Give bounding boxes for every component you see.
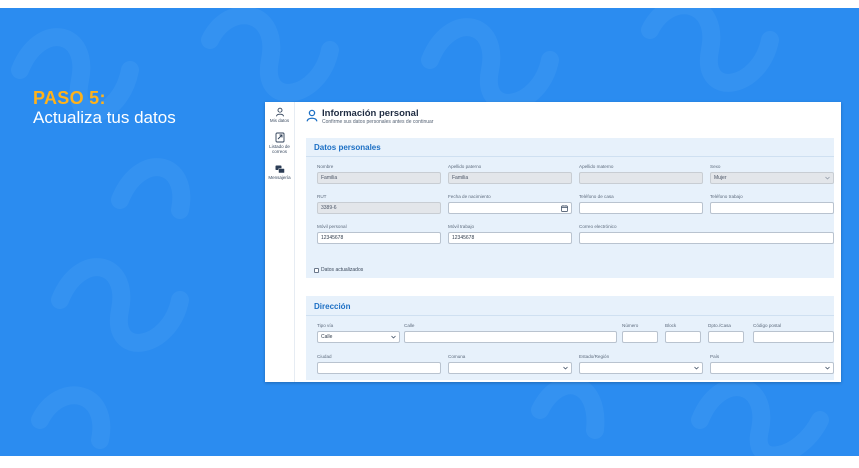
tipo-via-value: Calle xyxy=(321,334,333,340)
personal-data-section: Datos personales Nombre Familia Apellido… xyxy=(306,138,834,278)
chat-icon xyxy=(275,165,285,174)
sexo-value: Mujer xyxy=(714,175,727,181)
correo-field[interactable] xyxy=(579,232,834,244)
correo-label: Correo electrónico xyxy=(579,224,617,229)
sidebar-item-mis-datos[interactable]: Mis datos xyxy=(265,107,294,123)
movil-personal-field[interactable]: 12345678 xyxy=(317,232,441,244)
ciudad-label: Ciudad xyxy=(317,354,332,359)
step-subtitle: Actualiza tus datos xyxy=(33,108,176,127)
section-title: Dirección xyxy=(314,302,351,311)
comuna-select[interactable] xyxy=(448,362,572,374)
sexo-select[interactable]: Mujer xyxy=(710,172,834,184)
rut-label: RUT xyxy=(317,194,327,199)
comuna-label: Comuna xyxy=(448,354,466,359)
sidebar-item-mensajeria[interactable]: Mensajería xyxy=(265,165,294,180)
calle-label: Calle xyxy=(404,323,415,328)
telefono-casa-field[interactable] xyxy=(579,202,703,214)
region-label: Estado/Región xyxy=(579,354,610,359)
chevron-down-icon xyxy=(391,335,396,339)
telefono-trabajo-label: Teléfono trabajo xyxy=(710,194,743,199)
sidebar-item-label: Listado de correos xyxy=(269,144,290,154)
fecha-nacimiento-field[interactable] xyxy=(448,202,572,214)
tipo-via-label: Tipo vía xyxy=(317,323,334,328)
page-title: Información personal xyxy=(322,108,419,119)
user-icon xyxy=(275,107,284,117)
step-title: PASO 5: xyxy=(33,88,106,108)
sexo-label: Sexo xyxy=(710,164,721,169)
pais-label: País xyxy=(710,354,720,359)
section-divider xyxy=(306,156,834,157)
sidebar-item-label: Mensajería xyxy=(268,175,291,180)
movil-trabajo-label: Móvil trabajo xyxy=(448,224,475,229)
dpto-field[interactable] xyxy=(708,331,744,343)
rut-field[interactable]: 3389-6 xyxy=(317,202,441,214)
block-field[interactable] xyxy=(665,331,701,343)
page-header: Información personal Confirme sus datos … xyxy=(306,108,826,130)
user-icon xyxy=(306,109,318,122)
codigo-postal-field[interactable] xyxy=(753,331,834,343)
numero-label: Número xyxy=(622,323,639,328)
chevron-down-icon xyxy=(694,366,699,370)
apellido-materno-label: Apellido materno xyxy=(579,164,614,169)
numero-field[interactable] xyxy=(622,331,658,343)
checkbox-box[interactable] xyxy=(314,268,319,273)
calendar-icon[interactable] xyxy=(561,205,568,212)
page-subtitle: Confirme sus datos personales antes de c… xyxy=(322,119,434,125)
telefono-trabajo-field[interactable] xyxy=(710,202,834,214)
dpto-label: Dpto./Casa xyxy=(708,323,731,328)
section-divider xyxy=(306,315,834,316)
app-window: Mis datos Listado de correos Mensajería … xyxy=(265,102,841,382)
list-icon xyxy=(275,132,284,143)
movil-trabajo-field[interactable]: 12345678 xyxy=(448,232,572,244)
tipo-via-select[interactable]: Calle xyxy=(317,331,400,343)
nombre-field[interactable]: Familia xyxy=(317,172,441,184)
section-title: Datos personales xyxy=(314,143,381,152)
chevron-down-icon xyxy=(825,176,830,180)
sidebar-item-listado-correos[interactable]: Listado de correos xyxy=(265,132,294,154)
fecha-nacimiento-label: Fecha de nacimiento xyxy=(448,194,491,199)
sidebar-item-label: Mis datos xyxy=(269,118,290,123)
calle-field[interactable] xyxy=(404,331,617,343)
movil-personal-label: Móvil personal xyxy=(317,224,347,229)
nombre-label: Nombre xyxy=(317,164,334,169)
block-label: Block xyxy=(665,323,677,328)
apellido-materno-field[interactable] xyxy=(579,172,703,184)
chevron-down-icon xyxy=(563,366,568,370)
sidebar: Mis datos Listado de correos Mensajería xyxy=(265,102,295,382)
telefono-casa-label: Teléfono de casa xyxy=(579,194,614,199)
ciudad-field[interactable] xyxy=(317,362,441,374)
top-band xyxy=(0,0,859,8)
checkbox-label: Datos actualizados xyxy=(321,267,364,273)
apellido-paterno-field[interactable]: Familia xyxy=(448,172,572,184)
codigo-postal-label: Código postal xyxy=(753,323,782,328)
chevron-down-icon xyxy=(825,366,830,370)
address-section: Dirección Tipo vía Calle Calle Número Bl… xyxy=(306,296,834,380)
pais-select[interactable] xyxy=(710,362,834,374)
apellido-paterno-label: Apellido paterno xyxy=(448,164,482,169)
bottom-band xyxy=(0,456,859,468)
region-select[interactable] xyxy=(579,362,703,374)
